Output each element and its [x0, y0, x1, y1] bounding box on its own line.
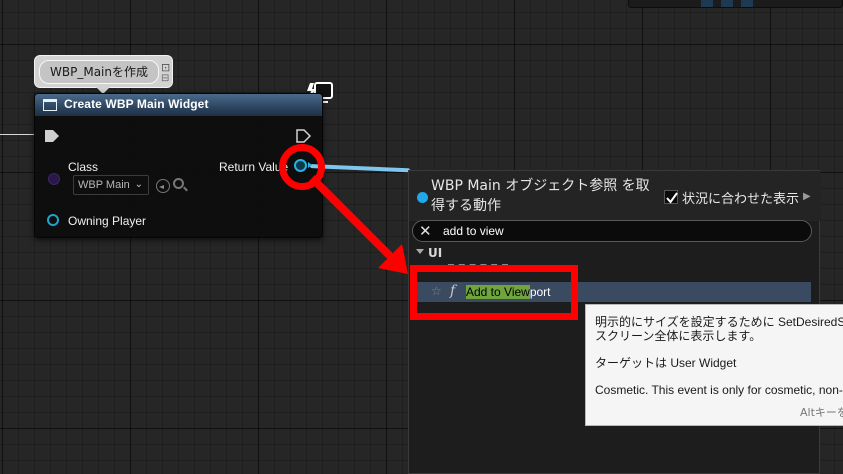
annotation-box: [410, 265, 578, 320]
tooltip-line: 明示的にサイズを設定するために SetDesiredSiz: [595, 315, 843, 329]
tooltip-hint: Altキーを: [800, 406, 843, 419]
tooltip-line: ターゲットは User Widget: [595, 356, 737, 370]
tooltip-line: スクリーン全体に表示します。: [595, 329, 762, 343]
function-tooltip: 明示的にサイズを設定するために SetDesiredSiz スクリーン全体に表示…: [585, 304, 843, 426]
tooltip-line: Cosmetic. This event is only for cosmeti…: [595, 383, 843, 397]
